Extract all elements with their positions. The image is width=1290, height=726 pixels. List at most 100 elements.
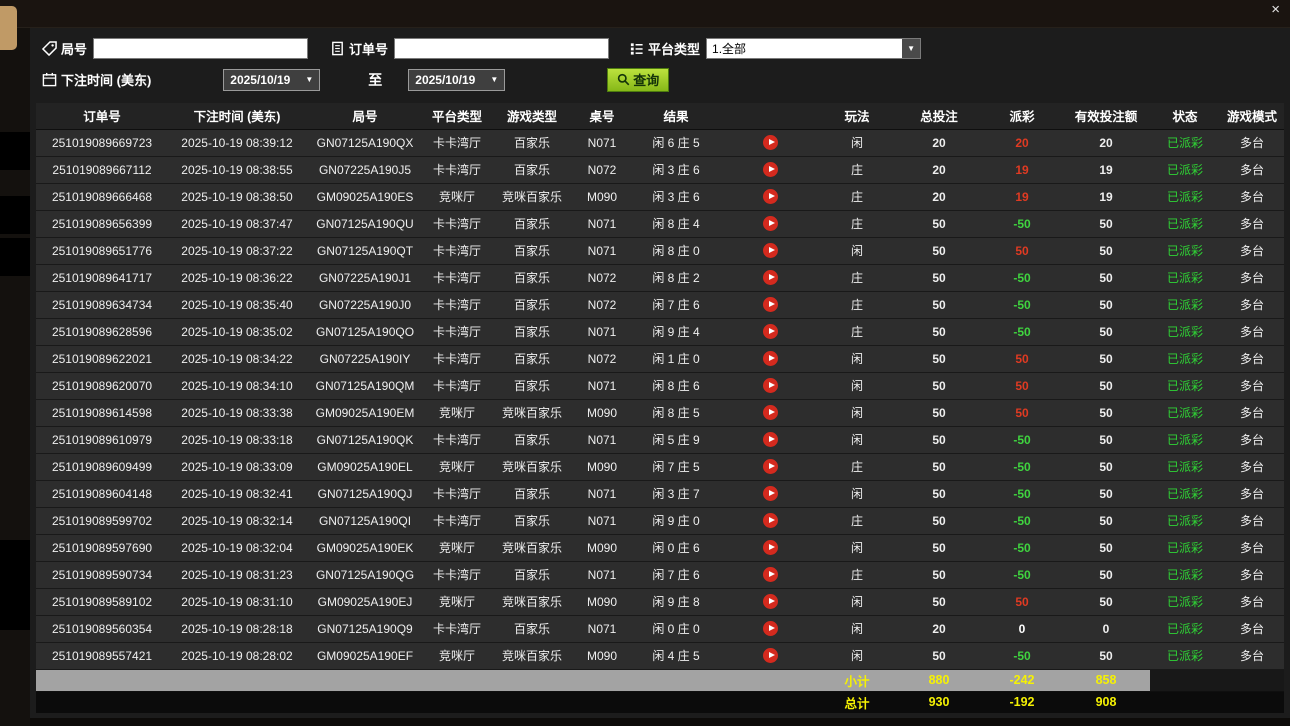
cell-total-bet: 50	[896, 588, 982, 615]
cell-status: 已派彩	[1150, 588, 1220, 615]
cell-play: 闲	[818, 372, 896, 399]
platform-filter: 平台类型 1.全部 ▼	[629, 38, 921, 59]
cell-replay[interactable]	[722, 237, 818, 264]
date-to-picker[interactable]: 2025/10/19 ▼	[408, 69, 505, 91]
play-icon[interactable]	[763, 648, 778, 663]
play-icon[interactable]	[763, 459, 778, 474]
query-button[interactable]: 查询	[607, 68, 669, 92]
table-row[interactable]: 2510190895574212025-10-19 08:28:02GM0902…	[36, 642, 1284, 669]
cell-game-type: 百家乐	[490, 156, 574, 183]
total-row: 总计 930 -192 908	[36, 691, 1284, 713]
play-icon[interactable]	[763, 135, 778, 150]
cell-result: 闲 7 庄 6	[630, 291, 722, 318]
cell-bet-time: 2025-10-19 08:32:14	[168, 507, 306, 534]
cell-replay[interactable]	[722, 615, 818, 642]
table-row[interactable]: 2510190896697232025-10-19 08:39:12GN0712…	[36, 129, 1284, 156]
order-input[interactable]	[394, 38, 609, 59]
close-icon[interactable]: ×	[1271, 1, 1280, 19]
cell-payout: 20	[982, 129, 1062, 156]
table-row[interactable]: 2510190896563992025-10-19 08:37:47GN0712…	[36, 210, 1284, 237]
table-row[interactable]: 2510190896285962025-10-19 08:35:02GN0712…	[36, 318, 1284, 345]
table-row[interactable]: 2510190895891022025-10-19 08:31:10GM0902…	[36, 588, 1284, 615]
subtotal-total-bet: 880	[896, 669, 982, 691]
play-icon[interactable]	[763, 351, 778, 366]
cell-replay[interactable]	[722, 372, 818, 399]
play-icon[interactable]	[763, 189, 778, 204]
table-row[interactable]: 2510190896094992025-10-19 08:33:09GM0902…	[36, 453, 1284, 480]
play-icon[interactable]	[763, 378, 778, 393]
table-row[interactable]: 2510190896220212025-10-19 08:34:22GN0722…	[36, 345, 1284, 372]
cell-replay[interactable]	[722, 561, 818, 588]
order-label: 订单号	[349, 39, 388, 58]
date-from-picker[interactable]: 2025/10/19 ▼	[223, 69, 320, 91]
platform-select[interactable]: 1.全部 ▼	[706, 38, 921, 59]
play-icon[interactable]	[763, 621, 778, 636]
table-row[interactable]: 2510190895603542025-10-19 08:28:18GN0712…	[36, 615, 1284, 642]
table-row[interactable]: 2510190896664682025-10-19 08:38:50GM0902…	[36, 183, 1284, 210]
cell-replay[interactable]	[722, 507, 818, 534]
side-tab[interactable]	[0, 6, 17, 50]
play-icon[interactable]	[763, 243, 778, 258]
play-icon[interactable]	[763, 567, 778, 582]
cell-game-mode: 多台	[1220, 588, 1284, 615]
cell-game-type: 百家乐	[490, 426, 574, 453]
table-row[interactable]: 2510190896671122025-10-19 08:38:55GN0722…	[36, 156, 1284, 183]
cell-platform: 卡卡湾厅	[424, 318, 490, 345]
play-icon[interactable]	[763, 324, 778, 339]
cell-replay[interactable]	[722, 534, 818, 561]
cell-replay[interactable]	[722, 480, 818, 507]
cell-game-mode: 多台	[1220, 426, 1284, 453]
table-row[interactable]: 2510190895976902025-10-19 08:32:04GM0902…	[36, 534, 1284, 561]
cell-replay[interactable]	[722, 291, 818, 318]
table-row[interactable]: 2510190896417172025-10-19 08:36:22GN0722…	[36, 264, 1284, 291]
subtotal-payout: -242	[982, 669, 1062, 691]
play-icon[interactable]	[763, 513, 778, 528]
round-input[interactable]	[93, 38, 308, 59]
play-icon[interactable]	[763, 216, 778, 231]
play-icon[interactable]	[763, 162, 778, 177]
cell-replay[interactable]	[722, 588, 818, 615]
play-icon[interactable]	[763, 540, 778, 555]
cell-replay[interactable]	[722, 318, 818, 345]
title-bar: ×	[0, 0, 1290, 28]
cell-replay[interactable]	[722, 156, 818, 183]
play-icon[interactable]	[763, 594, 778, 609]
filter-row-1: 局号 订单号 平台类型 1.全部 ▼	[42, 33, 1278, 64]
table-row[interactable]: 2510190896041482025-10-19 08:32:41GN0712…	[36, 480, 1284, 507]
cell-total-bet: 50	[896, 264, 982, 291]
cell-order-id: 251019089666468	[36, 183, 168, 210]
cell-valid-bet: 50	[1062, 534, 1150, 561]
table-row[interactable]: 2510190896109792025-10-19 08:33:18GN0712…	[36, 426, 1284, 453]
cell-replay[interactable]	[722, 642, 818, 669]
table-row[interactable]: 2510190896517762025-10-19 08:37:22GN0712…	[36, 237, 1284, 264]
cell-order-id: 251019089651776	[36, 237, 168, 264]
play-icon[interactable]	[763, 297, 778, 312]
play-icon[interactable]	[763, 270, 778, 285]
cell-replay[interactable]	[722, 453, 818, 480]
cell-bet-time: 2025-10-19 08:36:22	[168, 264, 306, 291]
table-row[interactable]: 2510190896347342025-10-19 08:35:40GN0722…	[36, 291, 1284, 318]
cell-replay[interactable]	[722, 264, 818, 291]
cell-valid-bet: 20	[1062, 129, 1150, 156]
cell-replay[interactable]	[722, 426, 818, 453]
table-row[interactable]: 2510190895907342025-10-19 08:31:23GN0712…	[36, 561, 1284, 588]
play-icon[interactable]	[763, 405, 778, 420]
cell-result: 闲 7 庄 6	[630, 561, 722, 588]
cell-replay[interactable]	[722, 345, 818, 372]
play-icon[interactable]	[763, 432, 778, 447]
column-header-game-type: 游戏类型	[490, 103, 574, 129]
cell-game-mode: 多台	[1220, 156, 1284, 183]
cell-total-bet: 50	[896, 642, 982, 669]
play-icon[interactable]	[763, 486, 778, 501]
cell-replay[interactable]	[722, 183, 818, 210]
table-row[interactable]: 2510190896200702025-10-19 08:34:10GN0712…	[36, 372, 1284, 399]
cell-total-bet: 50	[896, 399, 982, 426]
cell-status: 已派彩	[1150, 237, 1220, 264]
cell-replay[interactable]	[722, 129, 818, 156]
cell-status: 已派彩	[1150, 372, 1220, 399]
table-row[interactable]: 2510190895997022025-10-19 08:32:14GN0712…	[36, 507, 1284, 534]
table-row[interactable]: 2510190896145982025-10-19 08:33:38GM0902…	[36, 399, 1284, 426]
cell-replay[interactable]	[722, 210, 818, 237]
cell-play: 庄	[818, 453, 896, 480]
cell-replay[interactable]	[722, 399, 818, 426]
